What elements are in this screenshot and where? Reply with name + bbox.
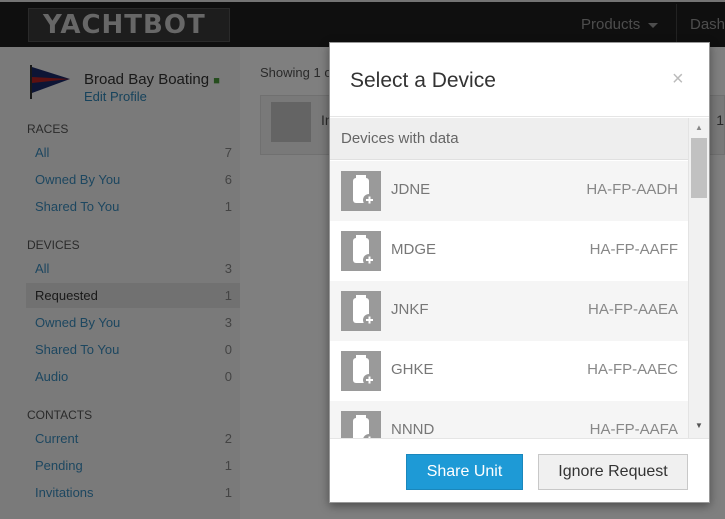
device-code: NNND: [391, 421, 435, 438]
share-unit-button[interactable]: Share Unit: [406, 454, 523, 490]
device-id: HA-FP-AAFA: [589, 421, 678, 438]
device-id: HA-FP-AAFF: [589, 241, 678, 258]
device-list: Devices with data JDNE HA-FP-AADH MDGE H…: [330, 118, 709, 438]
device-add-icon: [341, 411, 381, 438]
device-row[interactable]: NNND HA-FP-AAFA: [330, 401, 688, 438]
device-id: HA-FP-AAEC: [587, 361, 678, 378]
device-code: GHKE: [391, 361, 434, 378]
device-id: HA-FP-AADH: [586, 181, 678, 198]
scrollbar-thumb[interactable]: [691, 138, 707, 198]
select-device-modal: Select a Device × Devices with data JDNE…: [329, 42, 710, 503]
scroll-down-icon[interactable]: ▼: [689, 420, 709, 432]
device-id: HA-FP-AAEA: [587, 301, 678, 318]
close-icon[interactable]: ×: [672, 69, 684, 89]
device-row[interactable]: GHKE HA-FP-AAEC: [330, 341, 688, 401]
list-scrollbar[interactable]: ▲ ▼: [688, 118, 709, 438]
device-code: JDNE: [391, 181, 431, 198]
device-code: MDGE: [391, 241, 436, 258]
ignore-request-button[interactable]: Ignore Request: [538, 454, 688, 490]
device-row[interactable]: JNKF HA-FP-AAEA: [330, 281, 688, 341]
device-row[interactable]: JDNE HA-FP-AADH: [330, 161, 688, 221]
device-add-icon: [341, 171, 381, 211]
modal-title: Select a Device: [350, 69, 496, 92]
device-code: JNKF: [391, 301, 429, 318]
device-row[interactable]: MDGE HA-FP-AAFF: [330, 221, 688, 281]
device-list-header: Devices with data: [330, 118, 688, 160]
device-add-icon: [341, 231, 381, 271]
scroll-up-icon[interactable]: ▲: [689, 122, 709, 134]
device-add-icon: [341, 351, 381, 391]
modal-footer: Share Unit Ignore Request: [330, 438, 709, 502]
modal-header: Select a Device ×: [330, 43, 709, 117]
device-add-icon: [341, 291, 381, 331]
